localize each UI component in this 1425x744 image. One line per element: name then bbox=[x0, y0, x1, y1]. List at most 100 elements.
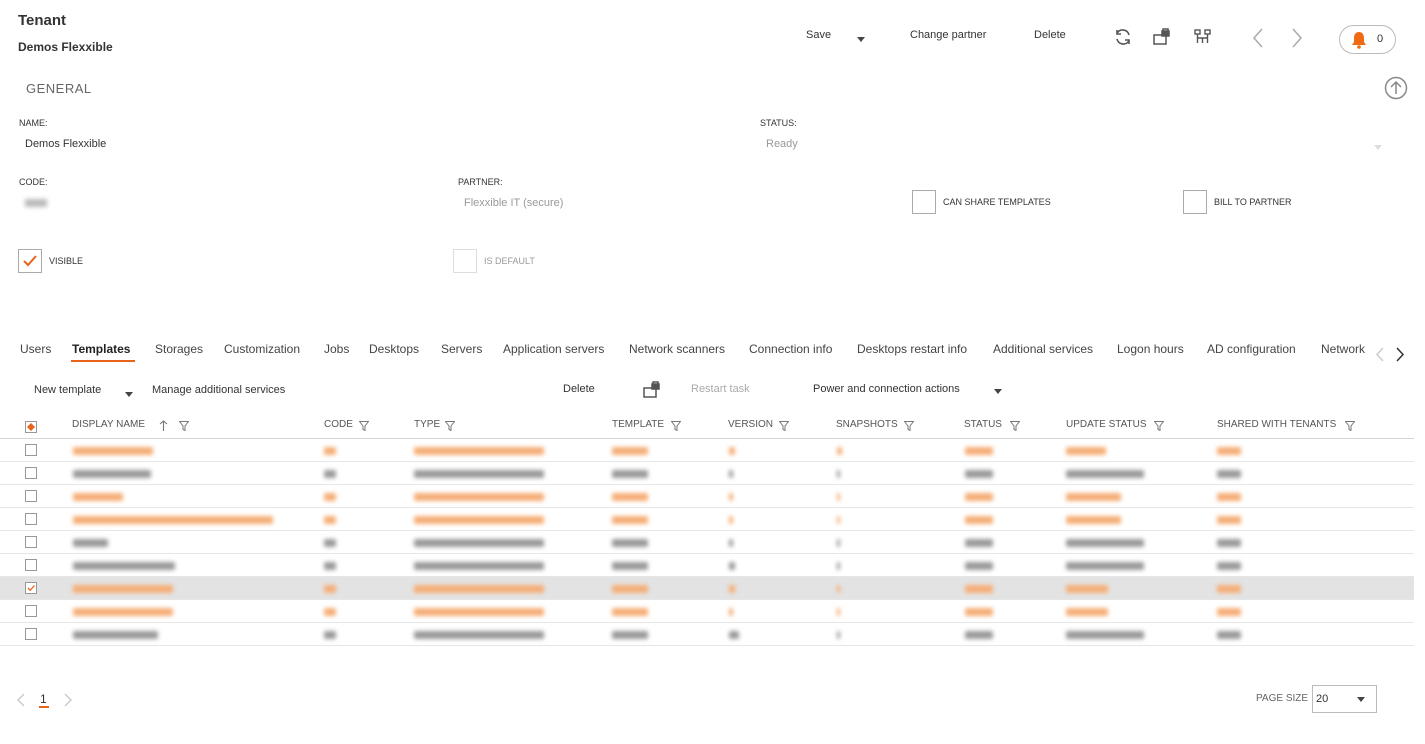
delete-template-button[interactable]: Delete bbox=[563, 383, 595, 395]
redacted-cell-template bbox=[612, 516, 648, 524]
table-row[interactable] bbox=[0, 439, 1414, 462]
redacted-cell-snapshots bbox=[837, 562, 840, 570]
column-header-shared-with-tenants[interactable]: SHARED WITH TENANTS bbox=[1217, 419, 1336, 430]
tab-application-servers[interactable]: Application servers bbox=[503, 342, 604, 356]
tab-desktops-restart-info[interactable]: Desktops restart info bbox=[857, 342, 967, 356]
tab-network-scanners[interactable]: Network scanners bbox=[629, 342, 725, 356]
lock-monitor-icon[interactable] bbox=[642, 380, 662, 403]
lock-monitor-icon[interactable] bbox=[1152, 27, 1172, 50]
visible-label: VISIBLE bbox=[49, 256, 84, 266]
table-row[interactable] bbox=[0, 600, 1414, 623]
power-connection-actions-button[interactable]: Power and connection actions bbox=[813, 383, 960, 395]
redacted-cell-shared-with-tenants bbox=[1217, 608, 1241, 616]
table-row[interactable] bbox=[0, 531, 1414, 554]
is-default-checkbox[interactable] bbox=[453, 249, 477, 273]
current-page[interactable]: 1 bbox=[40, 692, 47, 706]
redacted-cell-snapshots bbox=[837, 631, 840, 639]
column-header-version[interactable]: VERSION bbox=[728, 419, 773, 430]
chevron-left-icon[interactable] bbox=[1252, 28, 1264, 51]
filter-icon[interactable] bbox=[444, 421, 456, 434]
redacted-cell-status bbox=[965, 447, 993, 455]
column-header-status[interactable]: STATUS bbox=[964, 419, 1002, 430]
row-checkbox[interactable] bbox=[25, 628, 37, 640]
chevron-right-icon[interactable] bbox=[1291, 28, 1303, 51]
status-dropdown-icon[interactable] bbox=[1374, 141, 1382, 153]
redacted-cell-type bbox=[414, 516, 544, 524]
notifications-button[interactable]: 0 bbox=[1339, 25, 1396, 54]
table-row[interactable] bbox=[0, 462, 1414, 485]
code-label: CODE: bbox=[19, 177, 48, 187]
restart-task-button[interactable]: Restart task bbox=[691, 383, 750, 395]
check-icon bbox=[23, 255, 37, 267]
tab-jobs[interactable]: Jobs bbox=[324, 342, 349, 356]
row-checkbox[interactable] bbox=[25, 490, 37, 502]
row-checkbox[interactable] bbox=[25, 444, 37, 456]
check-icon bbox=[27, 585, 35, 592]
tab-connection-info[interactable]: Connection info bbox=[749, 342, 832, 356]
new-template-button[interactable]: New template bbox=[34, 384, 101, 396]
filter-icon[interactable] bbox=[1009, 421, 1021, 434]
tab-ad-configuration[interactable]: AD configuration bbox=[1207, 342, 1296, 356]
tab-desktops[interactable]: Desktops bbox=[369, 342, 419, 356]
tab-storages[interactable]: Storages bbox=[155, 342, 203, 356]
column-header-template[interactable]: TEMPLATE bbox=[612, 419, 664, 430]
redacted-cell-version bbox=[729, 516, 733, 524]
refresh-icon[interactable] bbox=[1113, 27, 1133, 50]
tab-customization[interactable]: Customization bbox=[224, 342, 300, 356]
table-row[interactable] bbox=[0, 623, 1414, 646]
filter-icon[interactable] bbox=[778, 421, 790, 434]
tabs-scroll-left-icon[interactable] bbox=[1375, 347, 1384, 365]
partner-field[interactable]: Flexxible IT (secure) bbox=[464, 197, 563, 209]
power-actions-dropdown-icon[interactable] bbox=[994, 385, 1002, 397]
column-header-update-status[interactable]: UPDATE STATUS bbox=[1066, 419, 1147, 430]
column-header-display-name[interactable]: DISPLAY NAME bbox=[72, 419, 145, 430]
next-page-icon[interactable] bbox=[64, 693, 73, 710]
row-checkbox[interactable] bbox=[25, 582, 37, 594]
filter-icon[interactable] bbox=[670, 421, 682, 434]
row-checkbox[interactable] bbox=[25, 467, 37, 479]
redacted-cell-template bbox=[612, 447, 648, 455]
tab-additional-services[interactable]: Additional services bbox=[993, 342, 1093, 356]
row-checkbox[interactable] bbox=[25, 559, 37, 571]
table-row[interactable] bbox=[0, 508, 1414, 531]
row-checkbox[interactable] bbox=[25, 513, 37, 525]
table-row[interactable] bbox=[0, 577, 1414, 600]
prev-page-icon[interactable] bbox=[16, 693, 25, 710]
row-checkbox[interactable] bbox=[25, 605, 37, 617]
table-row[interactable] bbox=[0, 485, 1414, 508]
new-template-dropdown-icon[interactable] bbox=[125, 388, 133, 400]
filter-icon[interactable] bbox=[1344, 421, 1356, 434]
delete-button[interactable]: Delete bbox=[1034, 29, 1066, 41]
arrow-up-circle-icon[interactable] bbox=[1384, 76, 1408, 103]
tabs-scroll-right-icon[interactable] bbox=[1396, 347, 1405, 365]
tab-templates[interactable]: Templates bbox=[72, 342, 130, 356]
bill-to-partner-checkbox[interactable] bbox=[1183, 190, 1207, 214]
column-header-snapshots[interactable]: SNAPSHOTS bbox=[836, 419, 898, 430]
column-header-type[interactable]: TYPE bbox=[414, 419, 440, 430]
tab-servers[interactable]: Servers bbox=[441, 342, 482, 356]
tab-network[interactable]: Network bbox=[1321, 342, 1367, 356]
select-all-checkbox[interactable] bbox=[25, 421, 37, 433]
column-header-code[interactable]: CODE bbox=[324, 419, 353, 430]
filter-icon[interactable] bbox=[903, 421, 915, 434]
tab-logon-hours[interactable]: Logon hours bbox=[1117, 342, 1184, 356]
status-select[interactable]: Ready bbox=[766, 138, 798, 150]
change-partner-button[interactable]: Change partner bbox=[910, 29, 986, 41]
network-icon[interactable] bbox=[1194, 28, 1212, 49]
row-checkbox[interactable] bbox=[25, 536, 37, 548]
name-field[interactable]: Demos Flexxible bbox=[25, 138, 106, 150]
can-share-templates-checkbox[interactable] bbox=[912, 190, 936, 214]
page-size-select[interactable]: 20 bbox=[1312, 685, 1377, 713]
filter-icon[interactable] bbox=[358, 421, 370, 434]
save-button[interactable]: Save bbox=[806, 29, 831, 41]
filter-icon[interactable] bbox=[1153, 421, 1165, 434]
save-dropdown-icon[interactable] bbox=[857, 33, 865, 45]
tab-users[interactable]: Users bbox=[20, 342, 51, 356]
table-row[interactable] bbox=[0, 554, 1414, 577]
redacted-cell-shared-with-tenants bbox=[1217, 562, 1241, 570]
visible-checkbox[interactable] bbox=[18, 249, 42, 273]
redacted-cell-template bbox=[612, 470, 648, 478]
manage-additional-services-button[interactable]: Manage additional services bbox=[152, 384, 285, 396]
sort-up-icon[interactable] bbox=[159, 420, 168, 435]
filter-icon[interactable] bbox=[178, 421, 190, 434]
